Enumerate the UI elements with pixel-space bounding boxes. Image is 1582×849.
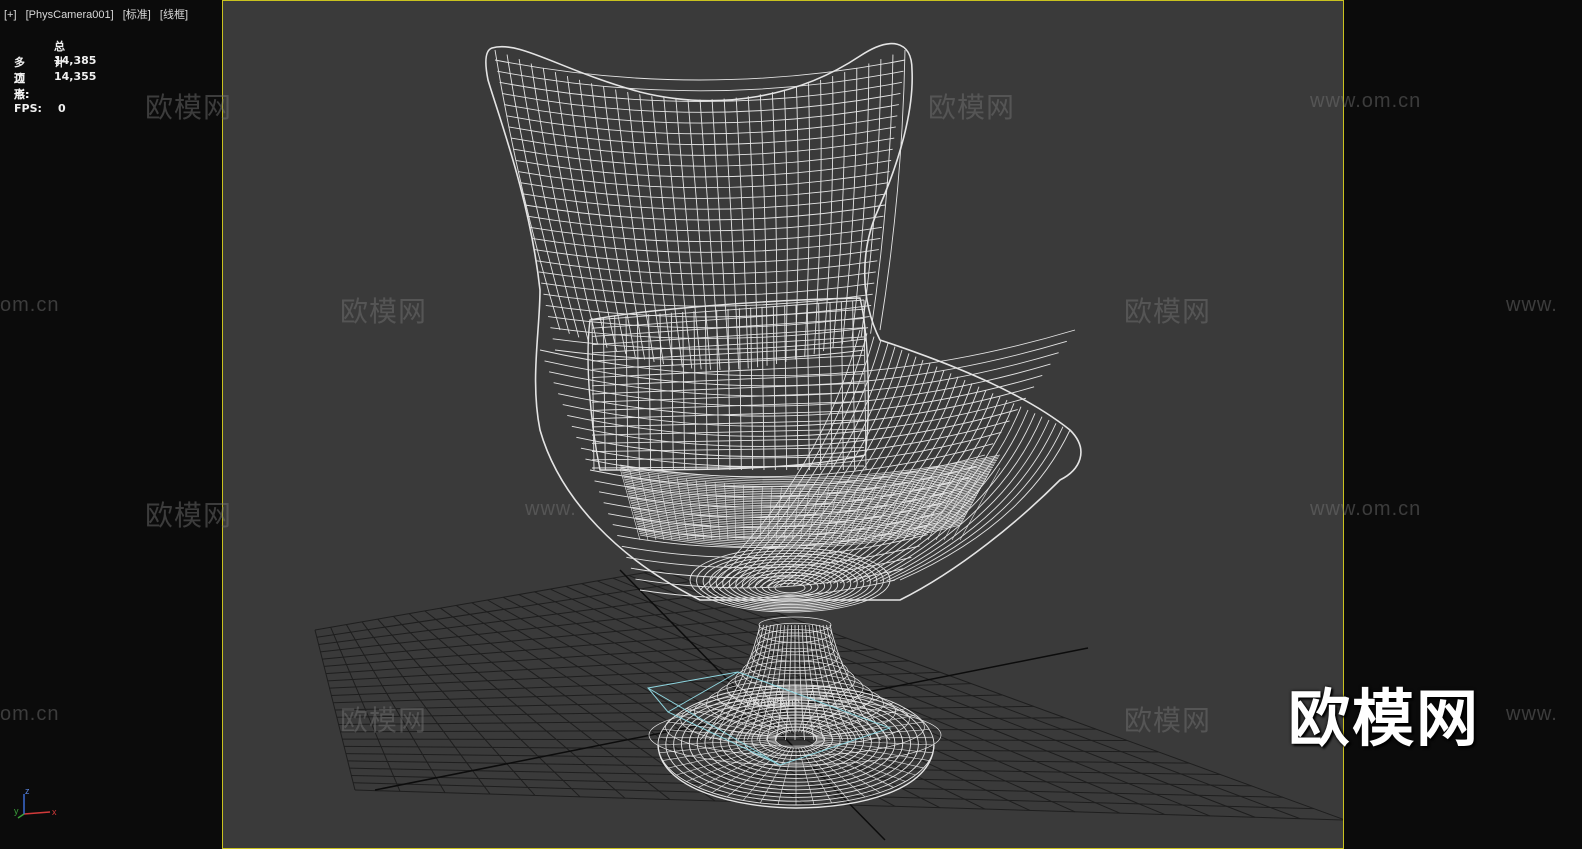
- viewport-plus-menu[interactable]: [+]: [4, 9, 17, 21]
- fps-label: FPS:: [14, 102, 42, 115]
- watermark-brand: 欧模网: [145, 499, 233, 532]
- watermark-url: www.om.cn: [1310, 90, 1422, 112]
- vertices-value: 14,355: [54, 70, 97, 83]
- polygons-value: 14,385: [54, 54, 97, 67]
- viewport-label-menu[interactable]: [+] [PhysCamera001] [标准] [线框]: [4, 6, 194, 22]
- watermark-brand: 欧模网: [1124, 295, 1212, 328]
- watermark-url-fragment: www.: [1506, 703, 1558, 725]
- fps-value: 0: [58, 102, 66, 115]
- watermark-url-fragment: om.cn: [0, 294, 60, 316]
- watermark-url-fragment: www.: [1506, 294, 1558, 316]
- watermark-url-fragment: om.cn: [0, 703, 60, 725]
- vertices-label: 顶点:: [14, 72, 30, 101]
- viewport-camera-menu[interactable]: [PhysCamera001]: [26, 9, 114, 21]
- axis-z-label: z: [25, 786, 30, 796]
- watermark-brand: 欧模网: [1124, 704, 1212, 737]
- brand-logo-watermark: 欧模网: [1288, 682, 1481, 755]
- watermark-url-partial: www.: [525, 498, 577, 520]
- axis-x-label: x: [52, 807, 57, 817]
- watermark-brand: 欧模网: [145, 91, 233, 124]
- axis-tripod-icon: x z y: [14, 786, 57, 819]
- axis-y-label: y: [14, 806, 19, 816]
- watermark-url: www.om.cn: [1310, 498, 1422, 520]
- viewport-shading-standard-menu[interactable]: [标准]: [123, 9, 151, 21]
- viewport-wireframe-menu[interactable]: [线框]: [160, 9, 188, 21]
- watermark-brand: 欧模网: [928, 91, 1016, 124]
- watermark-brand: 欧模网: [340, 295, 428, 328]
- watermark-brand: 欧模网: [340, 704, 428, 737]
